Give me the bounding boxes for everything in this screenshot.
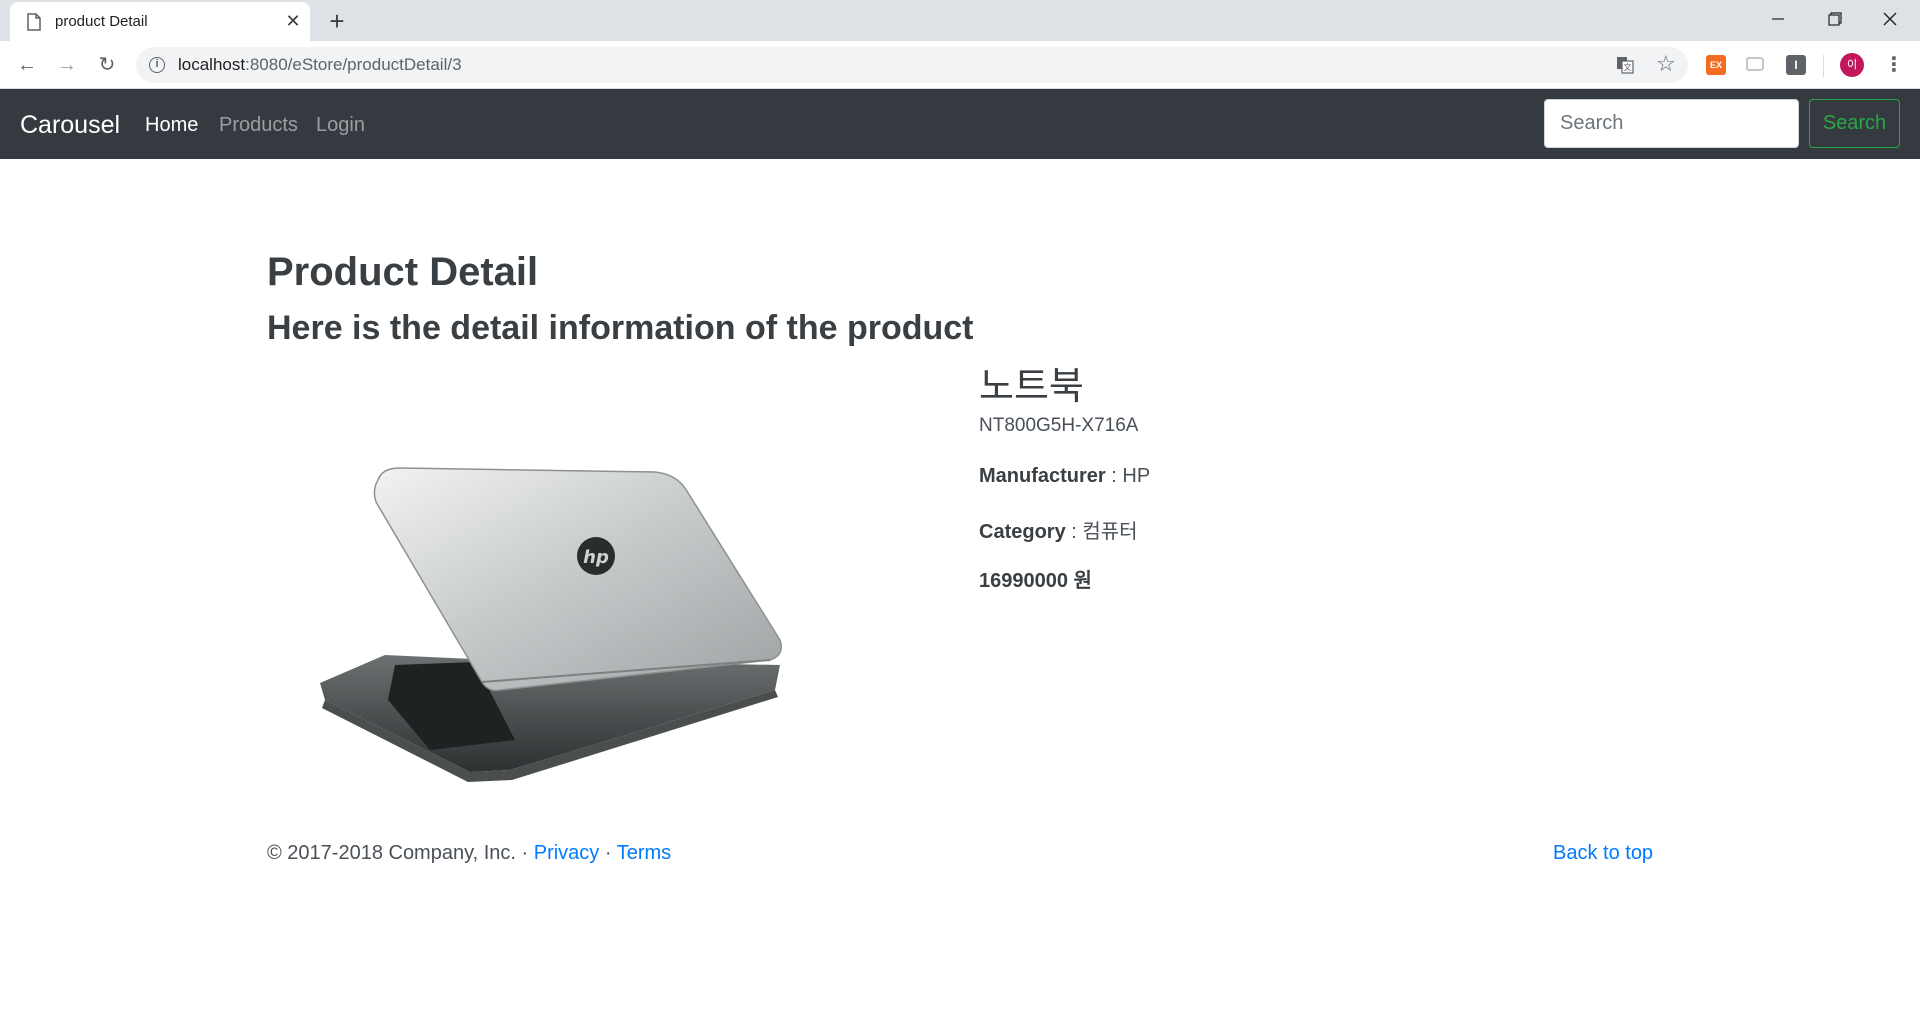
extension-cast-icon[interactable] <box>1746 57 1764 71</box>
product-manufacturer: Manufacturer : HP <box>979 465 1151 487</box>
site-navbar: Carousel Home Products Login Search <box>0 89 1920 159</box>
manufacturer-value: HP <box>1122 465 1151 487</box>
address-bar[interactable]: i localhost:8080/eStore/productDetail/3 … <box>136 47 1688 83</box>
product-category: Category : 컴퓨터 <box>979 519 1138 543</box>
back-arrow-icon[interactable]: ← <box>13 51 41 79</box>
footer-copyright: © 2017-2018 Company, Inc. · Privacy · Te… <box>267 842 672 864</box>
bookmark-star-icon[interactable]: ☆ <box>1656 52 1676 76</box>
minimize-window-icon[interactable] <box>1750 0 1806 38</box>
nav-link-home[interactable]: Home <box>145 114 198 137</box>
product-description: NT800G5H-X716A <box>979 415 1139 436</box>
reload-icon[interactable]: ↻ <box>93 51 121 79</box>
more-menu-icon[interactable]: ⋮ <box>1882 53 1906 77</box>
manufacturer-label: Manufacturer <box>979 465 1106 487</box>
page-title: Product Detail <box>267 250 539 294</box>
translate-icon[interactable]: 文 <box>1616 56 1634 74</box>
product-image: hp <box>320 467 782 782</box>
search-input[interactable] <box>1544 99 1799 148</box>
search-button[interactable]: Search <box>1809 99 1900 148</box>
nav-link-products[interactable]: Products <box>219 114 298 137</box>
new-tab-icon[interactable]: + <box>323 7 351 35</box>
svg-text:文: 文 <box>1624 62 1632 72</box>
product-name: 노트북 <box>979 364 1084 408</box>
forward-arrow-icon[interactable]: → <box>53 51 81 79</box>
site-info-icon[interactable]: i <box>149 57 165 73</box>
close-tab-icon[interactable]: ✕ <box>282 10 304 32</box>
browser-tab[interactable]: product Detail ✕ <box>10 2 310 41</box>
page-subtitle: Here is the detail information of the pr… <box>267 309 974 347</box>
navbar-brand[interactable]: Carousel <box>20 111 120 140</box>
profile-avatar[interactable]: 이 <box>1840 53 1864 77</box>
svg-text:hp: hp <box>583 547 609 568</box>
back-to-top-link[interactable]: Back to top <box>1553 842 1653 865</box>
close-window-icon[interactable] <box>1862 0 1918 38</box>
toolbar-divider <box>1823 55 1824 77</box>
privacy-link[interactable]: Privacy <box>534 842 600 864</box>
category-label: Category <box>979 521 1066 543</box>
nav-link-login[interactable]: Login <box>316 114 365 137</box>
category-value: 컴퓨터 <box>1082 519 1138 543</box>
restore-window-icon[interactable] <box>1806 0 1862 38</box>
tab-title: product Detail <box>55 13 148 30</box>
url-text[interactable]: localhost:8080/eStore/productDetail/3 <box>178 55 462 75</box>
terms-link[interactable]: Terms <box>617 842 671 864</box>
product-price: 16990000 원 <box>979 570 1092 592</box>
extension-dark-icon[interactable]: I <box>1786 55 1806 75</box>
page-icon <box>27 13 41 31</box>
browser-tabstrip: product Detail ✕ + <box>0 0 1920 41</box>
extension-ex-icon[interactable]: EX <box>1706 55 1726 75</box>
browser-toolbar: ← → ↻ i localhost:8080/eStore/productDet… <box>0 41 1920 89</box>
